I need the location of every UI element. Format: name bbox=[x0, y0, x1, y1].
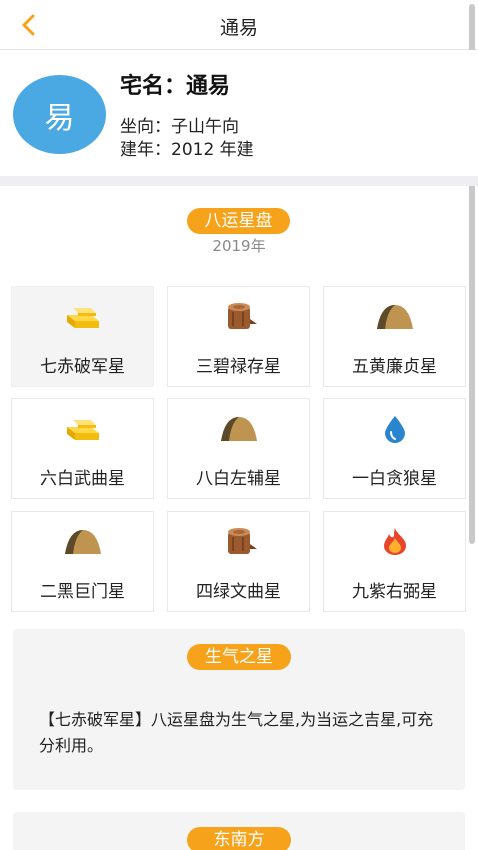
earth-mound-icon bbox=[217, 413, 261, 443]
top-nav-bar: 通易 bbox=[0, 0, 478, 50]
star-chart-year: 2019年 bbox=[212, 237, 266, 255]
star-label: 一白贪狼星 bbox=[352, 469, 437, 489]
star-cell-sanbi[interactable]: 三碧禄存星 bbox=[167, 286, 310, 387]
star-cell-yibai[interactable]: 一白贪狼星 bbox=[323, 398, 466, 499]
water-drop-icon bbox=[373, 413, 417, 443]
star-label: 四绿文曲星 bbox=[196, 582, 281, 602]
direction-card-title: 东南方 bbox=[187, 827, 291, 850]
info-card: 生气之星 【七赤破军星】八运星盘为生气之星,为当运之吉星,可充分利用。 bbox=[13, 629, 465, 790]
info-card-text: 【七赤破军星】八运星盘为生气之星,为当运之吉星,可充分利用。 bbox=[39, 710, 434, 755]
house-name: 宅名：通易 bbox=[120, 74, 231, 99]
gold-bar-icon bbox=[61, 413, 105, 443]
earth-mound-icon bbox=[61, 526, 105, 556]
star-cell-jiuzi[interactable]: 九紫右弼星 bbox=[323, 511, 466, 612]
gold-bar-icon bbox=[61, 301, 105, 331]
house-direction: 坐向：子山午向 bbox=[120, 117, 239, 137]
star-label: 二黑巨门星 bbox=[40, 582, 125, 602]
star-chart-title: 八运星盘 bbox=[187, 208, 290, 234]
star-label: 七赤破军星 bbox=[40, 357, 125, 377]
star-cell-silv[interactable]: 四绿文曲星 bbox=[167, 511, 310, 612]
direction-card: 东南方 bbox=[13, 812, 465, 850]
wood-stump-icon bbox=[217, 526, 261, 556]
star-cell-wuhuang[interactable]: 五黄廉贞星 bbox=[323, 286, 466, 387]
star-label: 九紫右弼星 bbox=[352, 582, 437, 602]
star-label: 六白武曲星 bbox=[40, 469, 125, 489]
star-label: 五黄廉贞星 bbox=[352, 357, 437, 377]
info-card-title: 生气之星 bbox=[187, 644, 291, 670]
house-info: 易 宅名：通易 坐向：子山午向 建年：2012 年建 bbox=[0, 50, 478, 176]
star-cell-qichi[interactable]: 七赤破军星 bbox=[11, 286, 154, 387]
star-label: 八白左辅星 bbox=[196, 469, 281, 489]
house-avatar: 易 bbox=[13, 75, 106, 154]
page-title: 通易 bbox=[219, 17, 258, 39]
house-built-year: 建年：2012 年建 bbox=[120, 140, 254, 160]
star-cell-liubai[interactable]: 六白武曲星 bbox=[11, 398, 154, 499]
section-divider bbox=[0, 176, 478, 186]
star-label: 三碧禄存星 bbox=[196, 357, 281, 377]
fire-icon bbox=[373, 526, 417, 556]
earth-mound-icon bbox=[373, 301, 417, 331]
wood-stump-icon bbox=[217, 301, 261, 331]
star-cell-erhei[interactable]: 二黑巨门星 bbox=[11, 511, 154, 612]
star-cell-babai[interactable]: 八白左辅星 bbox=[167, 398, 310, 499]
